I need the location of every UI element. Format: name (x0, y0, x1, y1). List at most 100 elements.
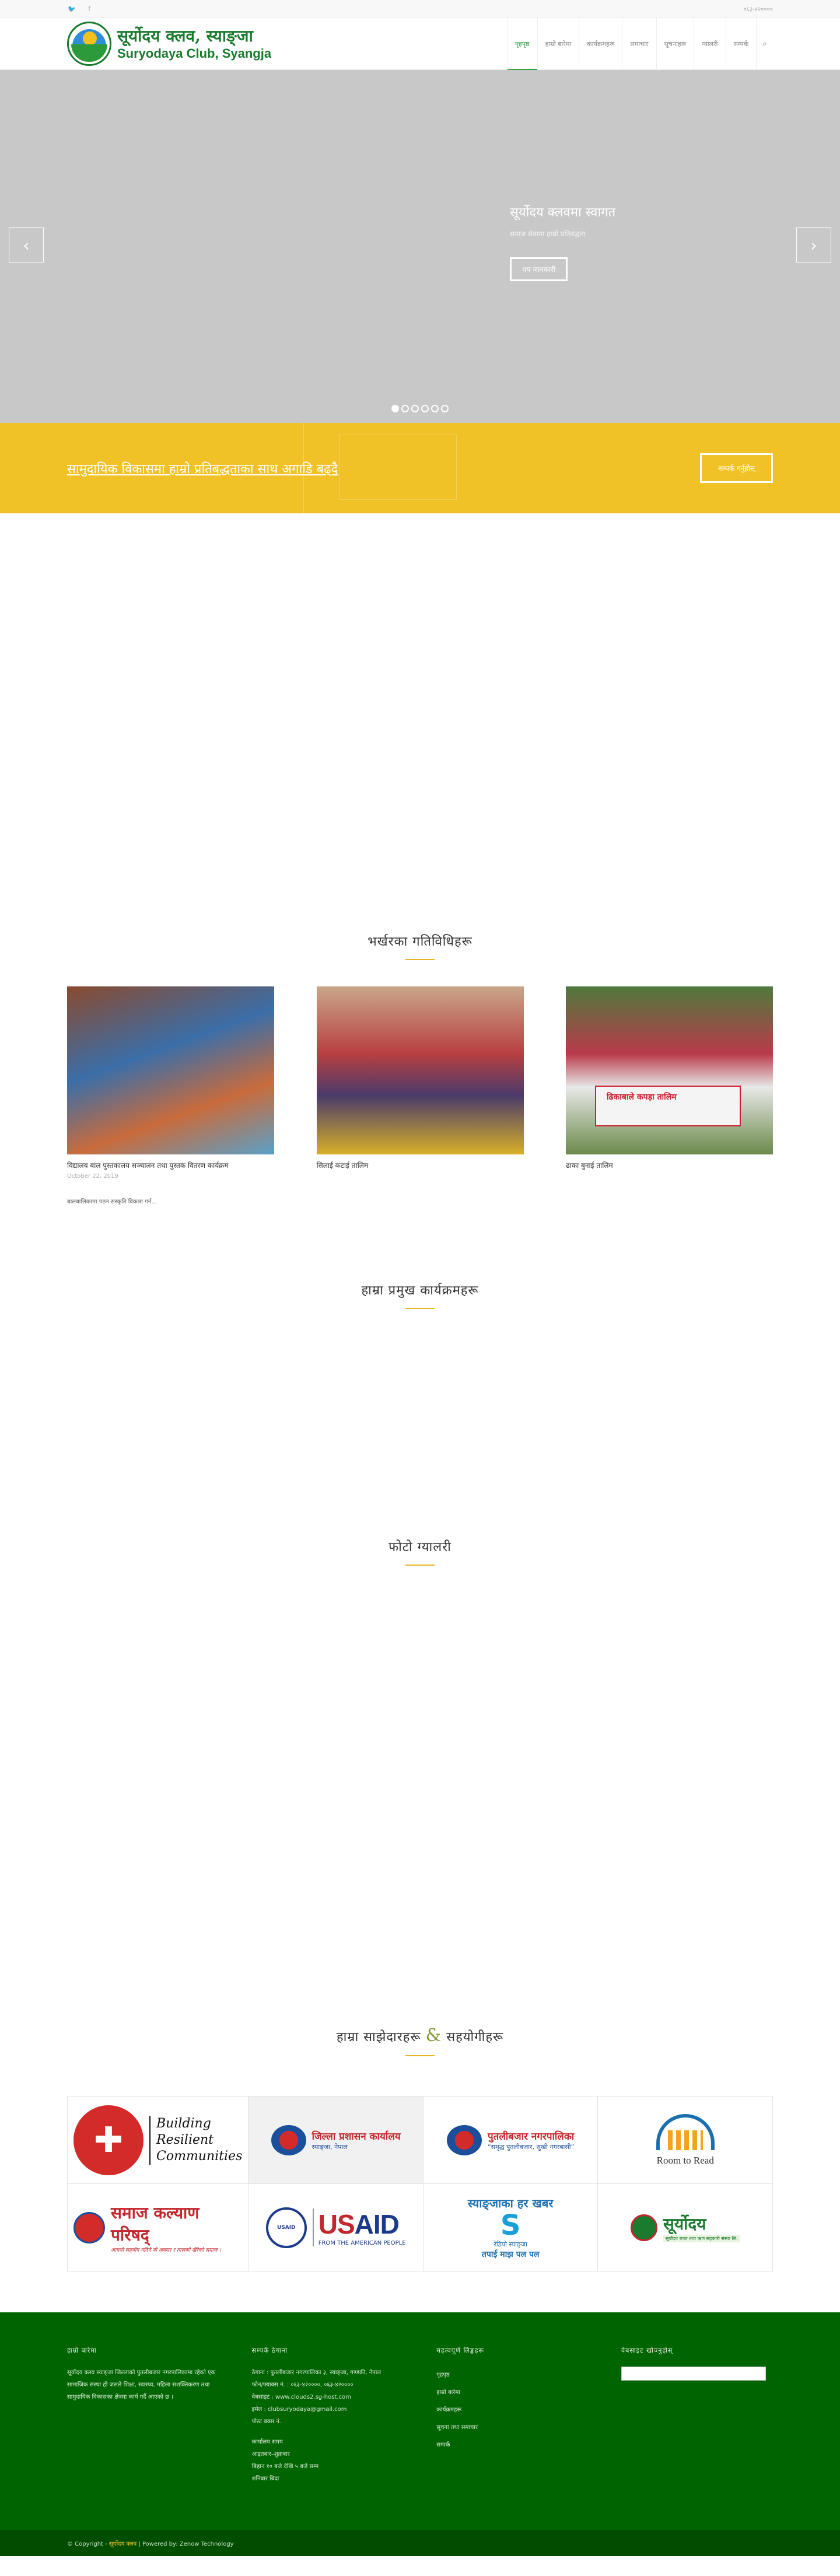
club-emblem-icon (67, 22, 111, 66)
caritas-cross-icon: ✚ (74, 2105, 144, 2175)
slider-dot[interactable] (391, 405, 399, 412)
logo-nepali-name: सूर्योदय क्लव, स्याङ्जा (117, 26, 253, 46)
footer-link[interactable]: हाम्रो बारेमा (436, 2384, 588, 2402)
news-card-headline[interactable]: ढाका बुनाई तालिम (566, 1160, 773, 1171)
footer-website[interactable]: वेबसाइट : www.clouds2.sg-host.com (252, 2391, 404, 2403)
slider-dot[interactable] (401, 405, 409, 412)
main-nav: गृहपृष्ठ हाम्रो बारेमा कार्यक्रमहरू समाच… (506, 18, 773, 70)
news-card-excerpt: बालबालिकामा पठन संस्कृति विकास गर्न... (67, 1199, 157, 1205)
news-card[interactable]: विद्यालय बाल पुस्तकालय सञ्चालन तथा पुस्त… (67, 986, 274, 1205)
footer-holiday: शनिबार बिदा (251, 2476, 279, 2482)
slider-prev-icon[interactable]: ‹ (9, 228, 44, 262)
promo-contact-button[interactable]: सम्पर्क गर्नुहोस् (700, 453, 773, 483)
partner-social-welfare-council[interactable]: समाज कल्याण परिषद् आफ्नो सहयोग नतिने यो … (68, 2184, 249, 2272)
footer-email[interactable]: इमेल : clubsuryodaya@gmail.com (252, 2403, 404, 2416)
partner-room-to-read[interactable]: Room to Read (598, 2096, 773, 2184)
partner-municipality[interactable]: पुतलीबजार नगरपालिका “समृद्ध पुतलीबजार, स… (423, 2096, 598, 2184)
site-logo[interactable]: सूर्योदय क्लव, स्याङ्जा Suryodaya Club, … (67, 22, 271, 66)
footer-search-input[interactable] (621, 2367, 766, 2381)
facebook-icon[interactable]: f (85, 5, 94, 13)
news-card[interactable]: ढिकाबाले कपड़ा तालिम ढाका बुनाई तालिम (566, 986, 773, 1205)
slider-dot[interactable] (421, 405, 429, 412)
footer-link[interactable]: कार्यक्रमहरू (436, 2402, 588, 2419)
copyright-org-link[interactable]: सूर्योदय क्लव (109, 2541, 136, 2547)
nepal-emblem-icon (271, 2124, 306, 2155)
title-divider (405, 1308, 435, 1309)
top-phone: ०६३-४२०००० (743, 6, 773, 13)
footer-about-title: हाम्रो बारेमा (67, 2347, 97, 2354)
gallery-section-title: फोटो ग्यालरी (388, 1540, 452, 1555)
footer-hours: आइतबार–शुक्रबार (251, 2451, 290, 2458)
partner-radio-syangja[interactable]: स्याङ्जाका हर खबर S रेडियो स्याङ्जा तपाई… (423, 2184, 598, 2272)
logo-english-name: Suryodaya Club, Syangja (117, 46, 272, 61)
top-bar: 🐦 f ०६३-४२०००० (0, 0, 840, 18)
site-header: सूर्योदय क्लव, स्याङ्जा Suryodaya Club, … (0, 18, 840, 70)
footer-address: ठेगाना : पुतलीबजार नगरपालिका ३, स्याङ्जा… (251, 2370, 382, 2376)
partner-usaid[interactable]: USAID USAID FROM THE AMERICAN PEOPLE (249, 2184, 424, 2272)
twitter-icon[interactable]: 🐦 (67, 5, 76, 13)
news-card-headline[interactable]: विद्यालय बाल पुस्तकालय सञ्चालन तथा पुस्त… (67, 1160, 274, 1171)
slide-title: सूर्योदय क्लवमा स्वागत (510, 205, 616, 220)
footer-link[interactable]: गृहपृष्ठ (436, 2367, 588, 2384)
slider-dot[interactable] (441, 405, 449, 412)
slider-dot[interactable] (411, 405, 419, 412)
social-links: 🐦 f (67, 5, 94, 13)
title-divider (405, 1564, 435, 1566)
footer-about-text: सूर्योदय क्लव स्याङ्जा जिल्लाको पुतलीबजा… (67, 2370, 216, 2400)
cooperative-emblem-icon (630, 2214, 657, 2241)
footer-about: हाम्रो बारेमा सूर्योदय क्लव स्याङ्जा जिल… (67, 2346, 219, 2485)
usaid-seal-icon: USAID (265, 2207, 307, 2248)
promo-band: सामुदायिक विकासमा हाम्रो प्रतिबद्धताका स… (0, 423, 840, 513)
news-card-image[interactable] (316, 986, 524, 1154)
title-divider (405, 959, 435, 960)
nepal-emblem-icon (447, 2124, 482, 2155)
footer-hours-time: बिहान १० बजे देखि ५ बजे सम्म (251, 2463, 319, 2470)
radio-logo-icon: S (500, 2209, 521, 2242)
news-card-headline[interactable]: सिलाई कटाई तालिम (317, 1160, 524, 1171)
programs-section-title: हाम्रा प्रमुख कार्यक्रमहरू (361, 1283, 479, 1298)
footer-links: महत्वपूर्ण लिङ्कहरू गृहपृष्ठ हाम्रो बारे… (436, 2346, 588, 2485)
footer-search: वेबसाइट खोज्नुहोस् (621, 2346, 773, 2485)
nav-item-home[interactable]: गृहपृष्ठ (506, 18, 537, 70)
partners-section: हाम्रा साझेदारहरू & सहयोगीहरू ✚ Building… (67, 2025, 773, 2272)
footer-search-title: वेबसाइट खोज्नुहोस् (621, 2347, 673, 2354)
news-card-image[interactable] (67, 986, 274, 1154)
slide-cta-button[interactable]: थप जानकारी (510, 257, 568, 281)
partners-section-title: हाम्रा साझेदारहरू & सहयोगीहरू (336, 2025, 504, 2046)
news-card[interactable]: सिलाई कटाई तालिम (316, 986, 524, 1205)
nav-item-programs[interactable]: कार्यक्रमहरू (579, 18, 622, 70)
site-footer: हाम्रो बारेमा सूर्योदय क्लव स्याङ्जा जिल… (0, 2312, 840, 2530)
nav-item-news[interactable]: समाचार (622, 18, 656, 70)
footer-phone: फोन/फ्याक्स नं. : ०६३-४२००००, ०६३-४२०००० (251, 2382, 354, 2388)
gallery-section: फोटो ग्यालरी (67, 1538, 773, 1566)
swc-emblem-icon (74, 2211, 105, 2244)
news-card-date: October 22, 2019 (67, 1173, 118, 1180)
slide-subtitle: समाज सेवामा हाम्रो प्रतिबद्धता (510, 230, 586, 238)
news-card-image[interactable]: ढिकाबाले कपड़ा तालिम (566, 986, 773, 1154)
slider-dot[interactable] (431, 405, 439, 412)
footer-po-box: पोस्ट बक्स नं. (251, 2418, 281, 2425)
footer-contact: सम्पर्क ठेगाना ठेगाना : पुतलीबजार नगरपाल… (252, 2346, 404, 2485)
footer-link[interactable]: सम्पर्क (436, 2437, 588, 2454)
nav-item-contact[interactable]: सम्पर्क (725, 18, 757, 70)
footer-contact-title: सम्पर्क ठेगाना (251, 2347, 288, 2354)
copyright-bar: © Copyright - सूर्योदय क्लव | Powered by… (0, 2530, 840, 2556)
slider-next-icon[interactable]: › (796, 228, 831, 262)
promo-text[interactable]: सामुदायिक विकासमा हाम्रो प्रतिबद्धताका स… (67, 460, 338, 477)
nav-item-notices[interactable]: सूचनाहरू (656, 18, 694, 70)
footer-hours-title: कार्यालय समय (251, 2439, 283, 2445)
news-section: भर्खरका गतिविधिहरू विद्यालय बाल पुस्तकाल… (67, 932, 773, 1205)
copyright-text: © Copyright - सूर्योदय क्लव | Powered by… (67, 2540, 234, 2547)
programs-section: हाम्रा प्रमुख कार्यक्रमहरू (67, 1281, 773, 1309)
training-banner-text: ढिकाबाले कपड़ा तालिम (607, 1093, 677, 1102)
search-icon[interactable]: ⌕ (756, 18, 773, 70)
nav-item-gallery[interactable]: ग्यालरी (694, 18, 725, 70)
partner-cooperative[interactable]: सूर्योदय सूर्योदय बचत तथा ऋण सहकारी संस्… (598, 2184, 773, 2272)
nav-item-about[interactable]: हाम्रो बारेमा (537, 18, 579, 70)
slide-caption: सूर्योदय क्लवमा स्वागत समाज सेवामा हाम्र… (510, 203, 615, 281)
footer-link[interactable]: सूचना तथा समाचार (436, 2419, 588, 2437)
partner-caritas[interactable]: ✚ Building Resilient Communities (68, 2096, 249, 2184)
partner-district-office[interactable]: जिल्ला प्रशासन कार्यालय स्याङ्जा, नेपाल (249, 2096, 424, 2184)
footer-links-title: महत्वपूर्ण लिङ्कहरू (436, 2347, 485, 2354)
hero-slider: सूर्योदय क्लवमा स्वागत समाज सेवामा हाम्र… (0, 70, 840, 423)
